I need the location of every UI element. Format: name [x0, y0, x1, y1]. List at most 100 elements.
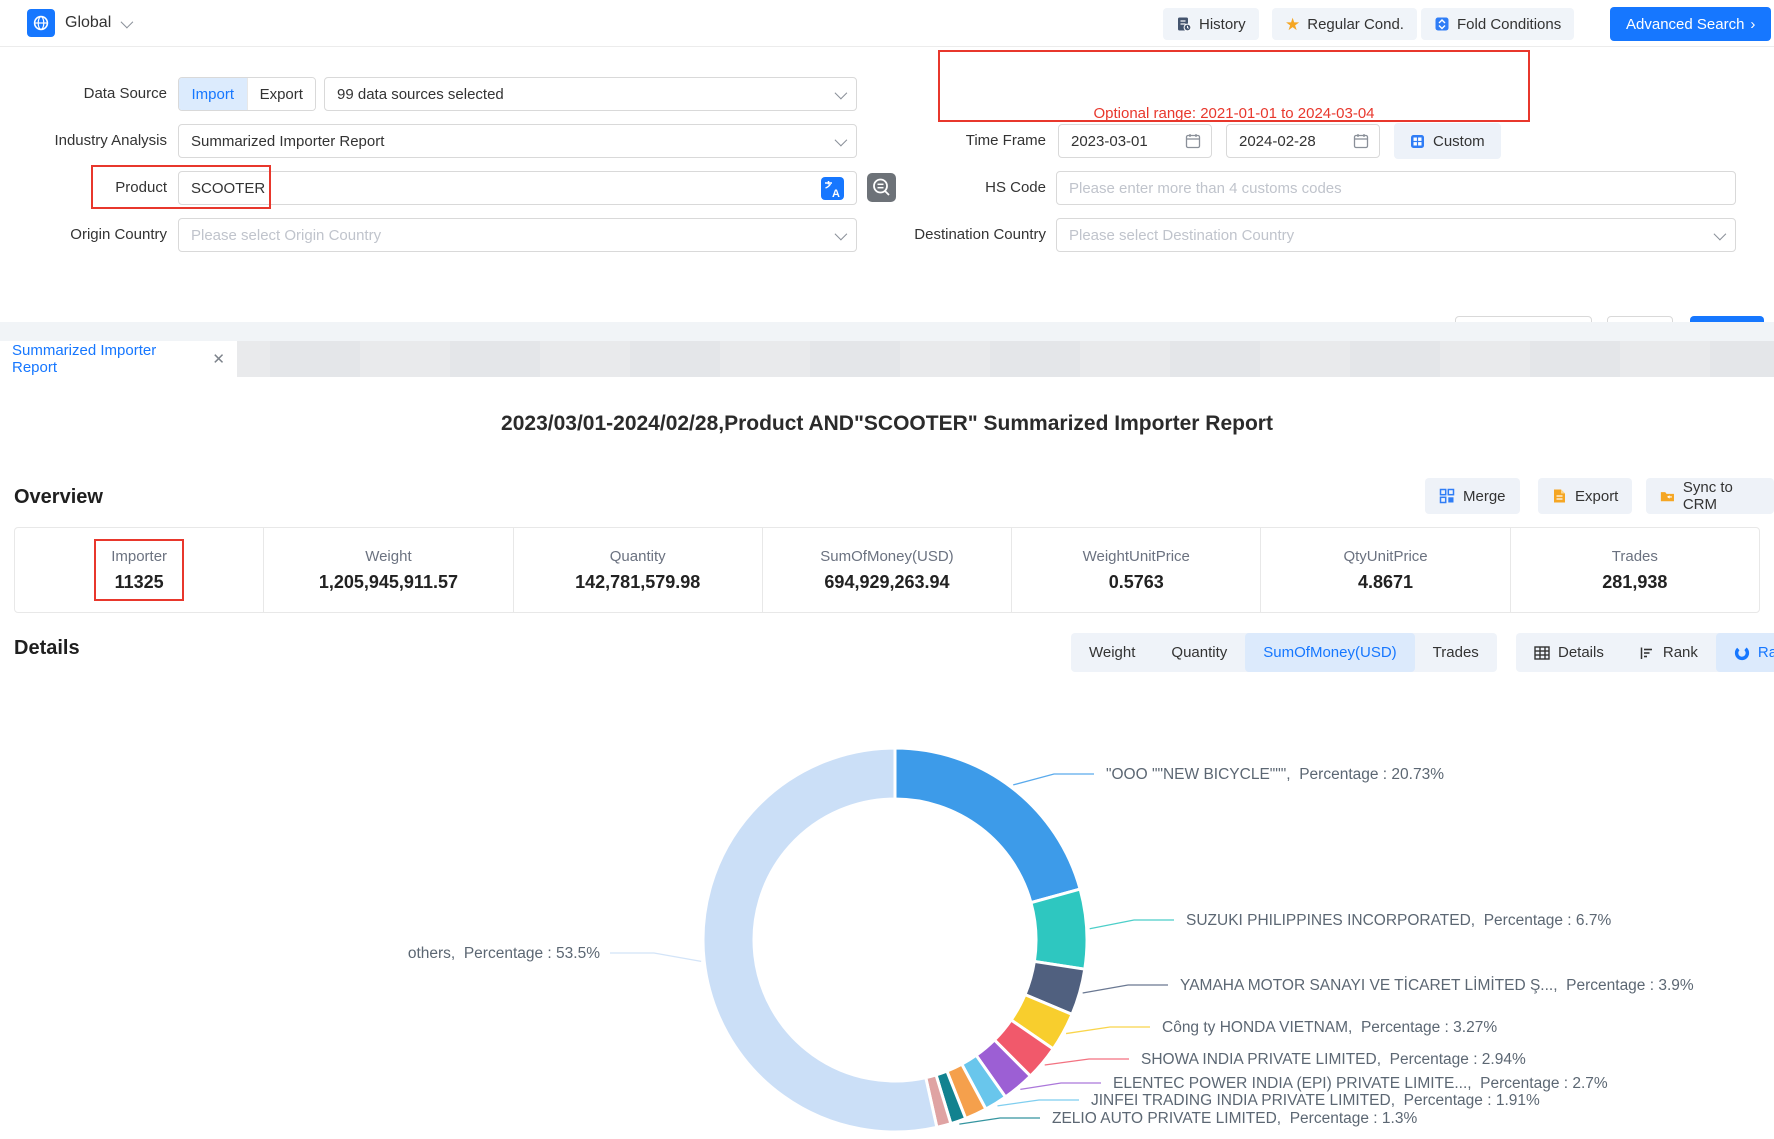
chevron-down-icon — [1714, 227, 1727, 240]
hs-code-input[interactable] — [1056, 171, 1736, 205]
merge-label: Merge — [1463, 488, 1506, 505]
advanced-search-label: Advanced Search — [1626, 16, 1744, 33]
region-label: Global — [65, 14, 111, 32]
pie-label: ELENTEC POWER INDIA (EPI) PRIVATE LIMITE… — [1113, 1075, 1608, 1092]
calendar-icon — [1353, 133, 1369, 149]
pie-leader-line — [997, 1100, 1079, 1106]
origin-country-label: Origin Country — [0, 218, 167, 252]
advanced-search-button[interactable]: Advanced Search › — [1610, 7, 1771, 41]
stat-label: Trades — [1612, 548, 1658, 565]
pie-label: ZELIO AUTO PRIVATE LIMITED, Percentage :… — [1052, 1110, 1417, 1127]
destination-country-select[interactable]: Please select Destination Country — [1056, 218, 1736, 252]
pie-label: SHOWA INDIA PRIVATE LIMITED, Percentage … — [1141, 1051, 1526, 1068]
export-button[interactable]: Export — [1538, 478, 1632, 514]
pie-leader-line — [1013, 774, 1094, 785]
chevron-down-icon — [121, 15, 134, 28]
chevron-down-icon — [835, 86, 848, 99]
fold-conditions-label: Fold Conditions — [1457, 16, 1561, 33]
chevron-down-icon — [835, 133, 848, 146]
industry-analysis-select[interactable]: Summarized Importer Report — [178, 124, 857, 158]
translate-icon[interactable]: A — [820, 176, 845, 206]
stat-label: SumOfMoney(USD) — [820, 548, 953, 565]
stat-label: Weight — [365, 548, 411, 565]
pie-label: others, Percentage : 53.5% — [408, 945, 600, 962]
stat-label: WeightUnitPrice — [1083, 548, 1190, 565]
data-source-toggle: Import Export — [178, 77, 316, 111]
product-label: Product — [0, 171, 167, 205]
pie-slice[interactable] — [895, 748, 1080, 903]
close-icon[interactable]: ✕ — [212, 350, 225, 368]
date-from-value: 2023-03-01 — [1071, 133, 1148, 150]
merge-button[interactable]: Merge — [1425, 478, 1520, 514]
pie-leader-line — [1020, 1083, 1101, 1089]
date-to-input[interactable]: 2024-02-28 — [1226, 124, 1380, 158]
merge-icon — [1439, 488, 1455, 504]
data-sources-value: 99 data sources selected — [337, 86, 504, 103]
tab-label: Summarized Importer Report — [12, 342, 198, 376]
svg-text:A: A — [832, 188, 840, 200]
globe-icon — [27, 9, 55, 37]
stat-label: Quantity — [610, 548, 666, 565]
tab-summarized-importer-report[interactable]: Summarized Importer Report ✕ — [0, 341, 237, 377]
export-label: Export — [1575, 488, 1618, 505]
app-window: Global History ★ Regular Cond. Fold Cond… — [0, 0, 1774, 1139]
regular-cond-button[interactable]: ★ Regular Cond. — [1272, 8, 1417, 40]
tab-import[interactable]: Import — [179, 78, 247, 110]
stat-value: 11325 — [115, 572, 164, 593]
fold-conditions-button[interactable]: Fold Conditions — [1421, 8, 1574, 40]
destination-country-label: Destination Country — [848, 218, 1046, 252]
report-title: 2023/03/01-2024/02/28,Product AND"SCOOTE… — [0, 412, 1774, 436]
date-from-input[interactable]: 2023-03-01 — [1058, 124, 1212, 158]
product-input[interactable] — [178, 171, 857, 205]
history-button[interactable]: History — [1163, 8, 1259, 40]
custom-range-label: Custom — [1433, 133, 1485, 150]
top-bar: Global History ★ Regular Cond. Fold Cond… — [0, 0, 1774, 47]
importer-ratio-donut-chart: "OOO ""NEW BICYCLE""", Percentage : 20.7… — [0, 600, 1774, 1139]
overview-heading: Overview — [14, 486, 103, 509]
origin-country-placeholder: Please select Origin Country — [191, 227, 381, 244]
pie-leader-line — [1083, 985, 1168, 993]
search-form: Data Source Import Export 99 data source… — [0, 48, 1774, 320]
pie-label: JINFEI TRADING INDIA PRIVATE LIMITED, Pe… — [1091, 1092, 1540, 1109]
pie-leader-line — [959, 1118, 1040, 1124]
stat-value: 4.8671 — [1358, 572, 1413, 593]
pie-slice[interactable] — [1031, 889, 1087, 969]
custom-icon — [1410, 134, 1425, 149]
pie-label: YAMAHA MOTOR SANAYI VE TİCARET LİMİTED Ş… — [1180, 976, 1694, 994]
stat-value: 142,781,579.98 — [575, 572, 700, 593]
date-to-value: 2024-02-28 — [1239, 133, 1316, 150]
custom-range-button[interactable]: Custom — [1394, 123, 1501, 159]
fold-conditions-icon — [1434, 16, 1450, 32]
panel-divider-band — [0, 322, 1774, 341]
regular-cond-label: Regular Cond. — [1307, 16, 1404, 33]
hs-code-label: HS Code — [848, 171, 1046, 205]
destination-country-placeholder: Please select Destination Country — [1069, 227, 1294, 244]
pie-label: SUZUKI PHILIPPINES INCORPORATED, Percent… — [1186, 912, 1611, 929]
sync-to-crm-button[interactable]: Sync to CRM — [1646, 478, 1774, 514]
stat-value: 1,205,945,911.57 — [319, 572, 458, 593]
calendar-icon — [1185, 133, 1201, 149]
tab-export[interactable]: Export — [247, 78, 316, 110]
origin-country-select[interactable]: Please select Origin Country — [178, 218, 857, 252]
sync-crm-icon — [1660, 489, 1675, 504]
history-label: History — [1199, 16, 1246, 33]
result-tab-bar: Summarized Importer Report ✕ — [0, 341, 1774, 377]
pie-slice[interactable] — [703, 748, 937, 1132]
export-icon — [1552, 488, 1567, 504]
data-sources-select[interactable]: 99 data sources selected — [324, 77, 857, 111]
stat-label: QtyUnitPrice — [1343, 548, 1427, 565]
history-icon — [1176, 16, 1192, 32]
time-frame-label: Time Frame — [848, 124, 1046, 158]
sync-to-crm-label: Sync to CRM — [1683, 479, 1760, 513]
pie-leader-line — [1045, 1059, 1129, 1065]
stat-label: Importer — [111, 548, 167, 565]
region-selector[interactable]: Global — [27, 9, 130, 37]
star-icon: ★ — [1285, 16, 1300, 33]
industry-analysis-label: Industry Analysis — [0, 124, 167, 158]
pie-label: Công ty HONDA VIETNAM, Percentage : 3.27… — [1162, 1019, 1497, 1036]
stat-value: 281,938 — [1602, 572, 1667, 593]
data-source-label: Data Source — [0, 77, 167, 111]
optional-range-text: Optional range: 2021-01-01 to 2024-03-04 — [938, 105, 1530, 122]
pie-leader-line — [1090, 920, 1174, 929]
stat-value: 0.5763 — [1109, 572, 1164, 593]
